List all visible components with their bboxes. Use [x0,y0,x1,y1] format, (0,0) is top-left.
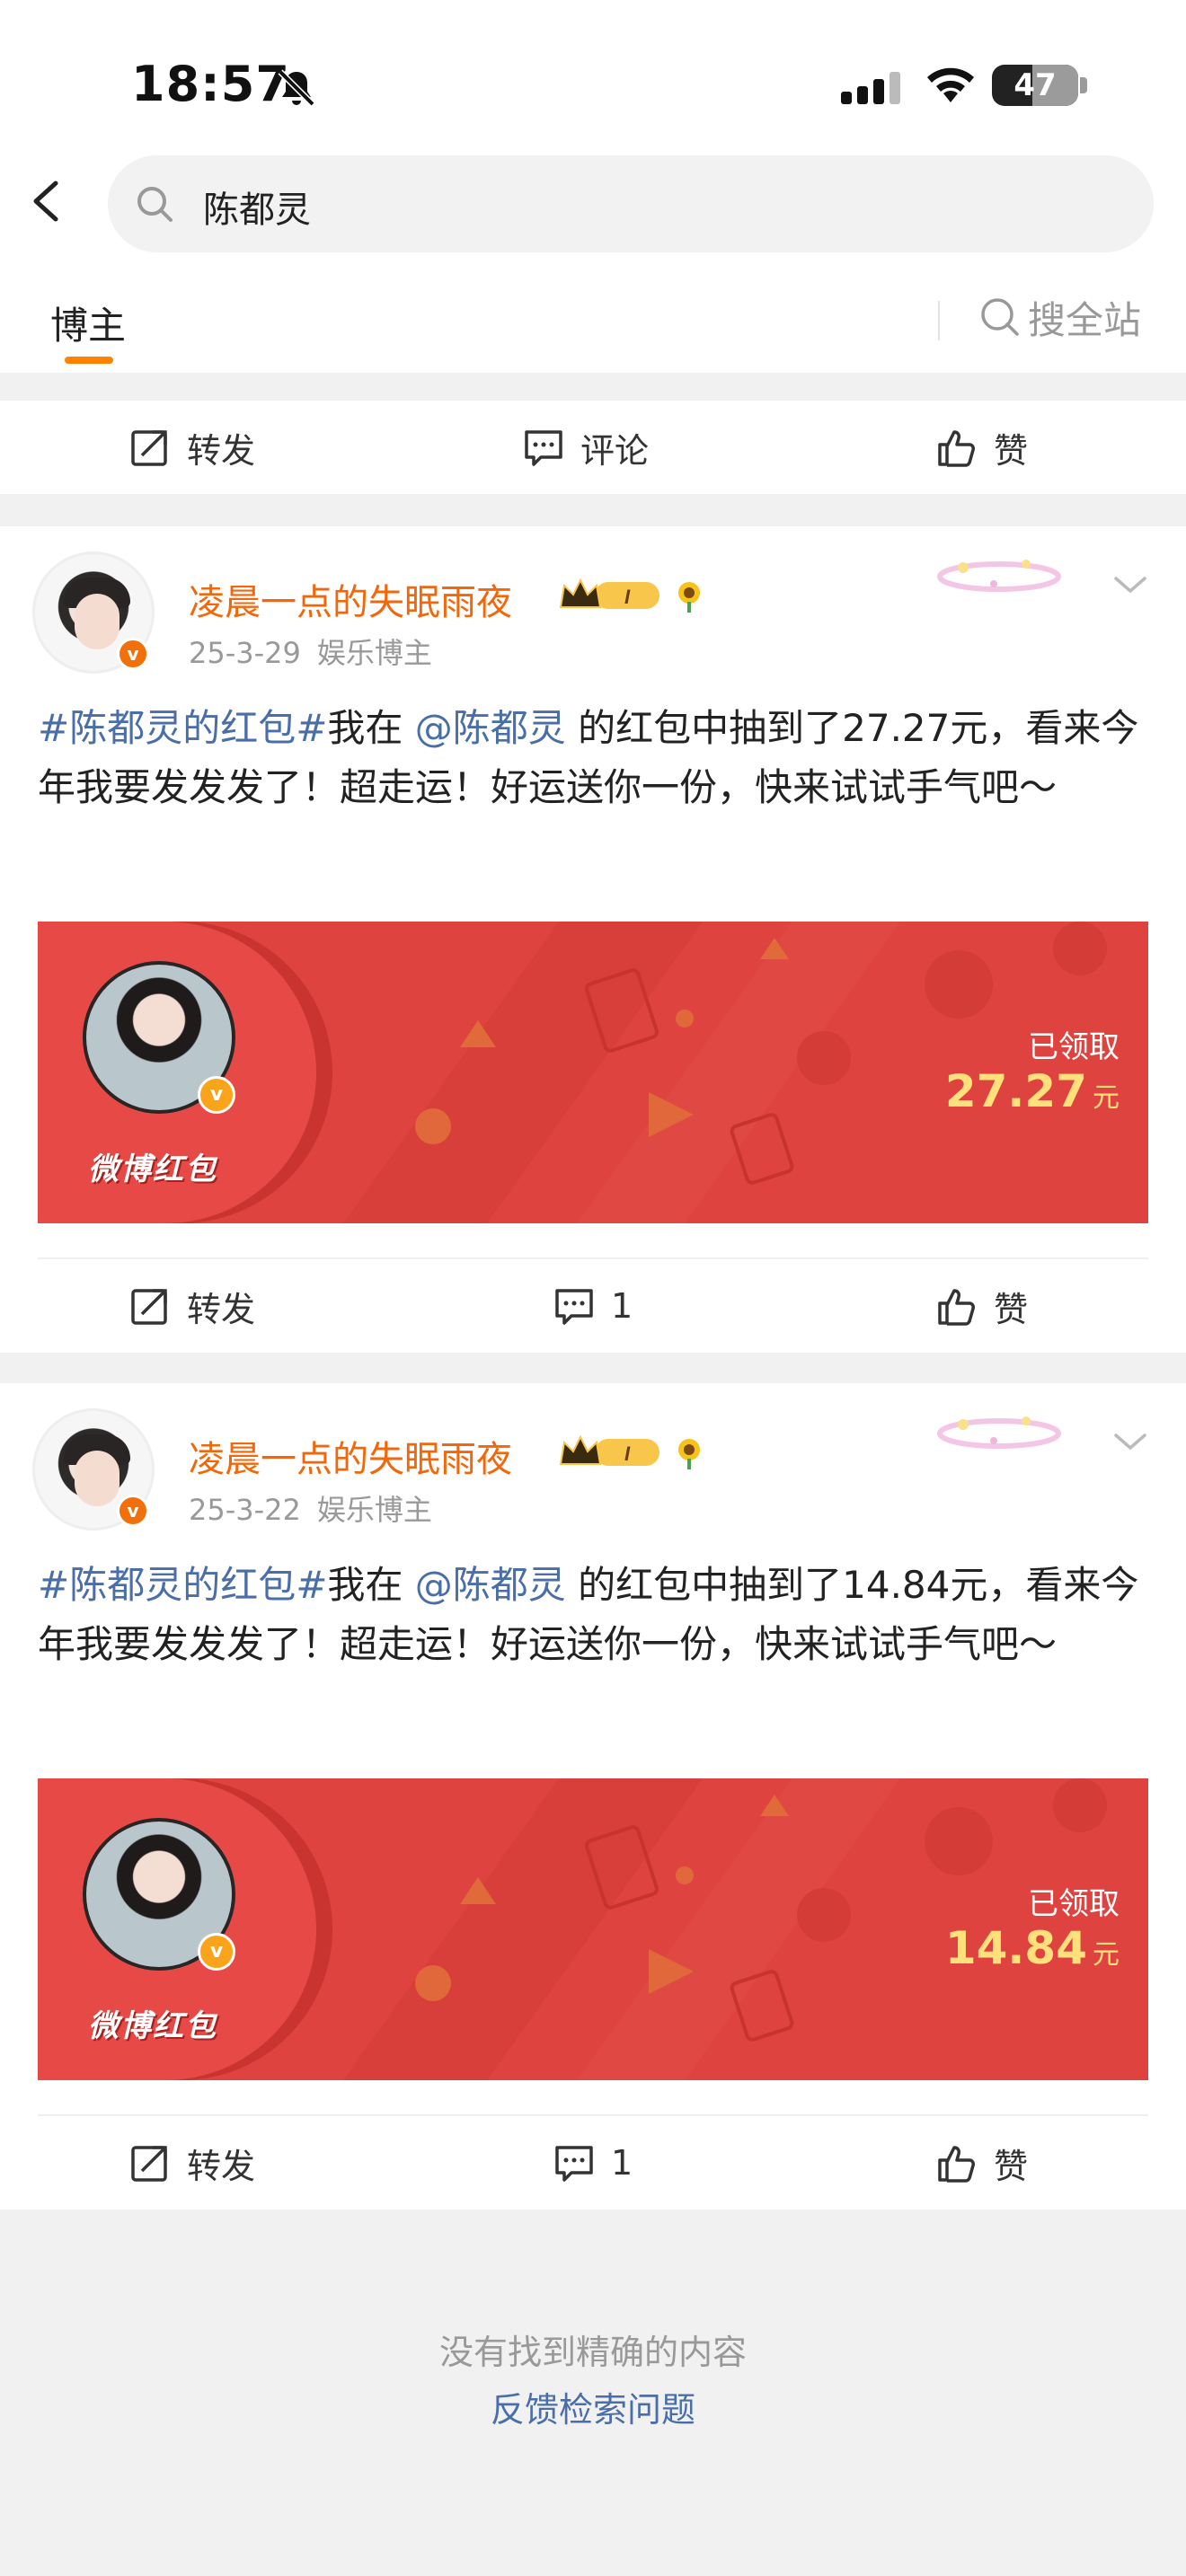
comment-button[interactable]: 1 [553,1259,633,1353]
like-button[interactable]: 赞 [936,2116,1028,2210]
search-input[interactable]: 陈都灵 [108,155,1154,252]
tab-divider [938,301,940,340]
post-card: v 凌晨一点的失眠雨夜 I 25-3-29 娱乐博主 #陈都灵的红包#我在 @陈都… [0,526,1186,1353]
status-bar: 18:57 47 [0,0,1186,153]
chevron-down-icon[interactable] [1111,571,1150,598]
hashtag-link[interactable]: #陈都灵的红包# [38,1563,327,1607]
repost-icon [131,1289,167,1325]
status-time: 18:57 [131,56,290,112]
verified-badge-icon: v [198,1076,235,1114]
repost-icon [131,430,167,466]
tab-active-indicator [65,357,113,364]
post-category: 娱乐博主 [316,636,432,670]
thumbs-up-icon [938,430,975,467]
verified-badge-icon: v [198,1933,235,1971]
comment-count: 1 [611,2143,633,2183]
bell-muted-icon [278,69,315,107]
post-actions: 转发 1 赞 [0,2116,1186,2210]
post-date: 25-3-29 [189,636,301,670]
battery-text: 47 [1013,67,1057,103]
tab-bloggers[interactable]: 博主 [50,296,126,350]
tab-bar: 博主 搜全站 [0,256,1186,373]
verified-badge-icon: v [117,1495,149,1527]
red-packet-brand: 微博红包 [88,2008,217,2044]
svg-text:I: I [624,1442,631,1465]
sunflower-icon [678,582,700,613]
avatar-face [75,594,119,649]
like-label: 赞 [994,2146,1029,2186]
repost-label: 转发 [187,1289,256,1329]
like-label: 赞 [994,430,1029,471]
red-packet-amount: 14.84 元 [945,1922,1120,1974]
post-category: 娱乐博主 [316,1493,432,1527]
thumbs-up-icon [938,2146,975,2183]
search-all-label: 搜全站 [1028,297,1142,342]
post-actions: 转发 1 赞 [0,1259,1186,1353]
repost-label: 转发 [187,430,256,471]
back-arrow-icon[interactable] [20,172,77,230]
search-header: 陈都灵 [0,153,1186,256]
hashtag-link[interactable]: #陈都灵的红包# [38,706,327,750]
thumbs-up-icon [938,1289,975,1326]
post-text-part: 我在 [327,706,403,750]
red-packet-card[interactable]: v 微博红包 已领取 14.84 元 [38,1778,1148,2080]
username[interactable]: 凌晨一点的失眠雨夜 [189,1430,512,1482]
mention-link[interactable]: @陈都灵 [415,1563,566,1607]
repost-button[interactable]: 转发 [129,2116,255,2210]
post-meta: 25-3-22 娱乐博主 [189,1487,432,1529]
battery-nub [1080,77,1087,93]
avatar-face [75,1451,119,1506]
red-packet-amount: 27.27 元 [945,1065,1120,1117]
decoration-badge-icon [937,1416,1061,1449]
no-exact-results-message: 没有找到精确的内容 [438,2333,747,2372]
comment-button[interactable]: 1 [553,2116,633,2210]
red-packet-brand: 微博红包 [88,1151,217,1187]
wifi-icon [927,67,974,102]
comment-icon [555,1289,593,1325]
like-button[interactable]: 赞 [936,1259,1028,1353]
verified-badge-icon: v [117,638,149,670]
search-all-button[interactable]: 搜全站 [978,290,1141,344]
repost-button[interactable]: 转发 [129,401,255,494]
comment-icon [555,2146,593,2182]
cellular-signal-icon [841,72,900,104]
comment-button[interactable]: 评论 [523,401,649,494]
repost-label: 转发 [187,2146,256,2186]
search-icon [981,298,1019,336]
battery-indicator: 47 [992,65,1078,106]
comment-icon [525,430,562,466]
search-query: 陈都灵 [203,190,311,231]
repost-button[interactable]: 转发 [129,1259,255,1353]
amount-unit: 元 [1093,1082,1120,1114]
amount-value: 14.84 [944,1922,1087,1974]
mention-link[interactable]: @陈都灵 [415,706,566,750]
post-card: v 凌晨一点的失眠雨夜 I 25-3-22 娱乐博主 #陈都灵的红包#我在 @陈都… [0,1383,1186,2210]
like-label: 赞 [994,1289,1029,1329]
svg-text:I: I [624,586,631,608]
red-packet-status: 已领取 [1028,1886,1120,1922]
search-icon [137,187,173,222]
crown-member-badge-icon: I [559,578,659,609]
no-results-footer: 没有找到精确的内容 反馈检索问题 [0,2210,1186,2576]
red-packet-status: 已领取 [1028,1029,1120,1065]
comment-label: 评论 [580,430,650,471]
post-meta: 25-3-29 娱乐博主 [189,631,432,672]
sunflower-icon [678,1439,700,1469]
repost-icon [131,2146,167,2182]
post-text: #陈都灵的红包#我在 @陈都灵 的红包中抽到了27.27元，看来今年我要发发发了… [38,699,1152,817]
feedback-link[interactable]: 反馈检索问题 [0,2382,1186,2431]
post-text-part: 我在 [327,1563,403,1607]
post-date: 25-3-22 [189,1493,301,1527]
post-text: #陈都灵的红包#我在 @陈都灵 的红包中抽到了14.84元，看来今年我要发发发了… [38,1556,1152,1674]
chevron-down-icon[interactable] [1111,1428,1150,1455]
amount-value: 27.27 [944,1065,1087,1117]
like-button[interactable]: 赞 [936,401,1028,494]
comment-count: 1 [611,1286,633,1326]
amount-unit: 元 [1093,1939,1120,1971]
decoration-badge-icon [937,560,1061,592]
crown-member-badge-icon: I [559,1434,659,1466]
username[interactable]: 凌晨一点的失眠雨夜 [189,573,512,625]
previous-post-actions: 转发 评论 赞 [0,401,1186,494]
red-packet-card[interactable]: v 微博红包 已领取 27.27 元 [38,922,1148,1223]
